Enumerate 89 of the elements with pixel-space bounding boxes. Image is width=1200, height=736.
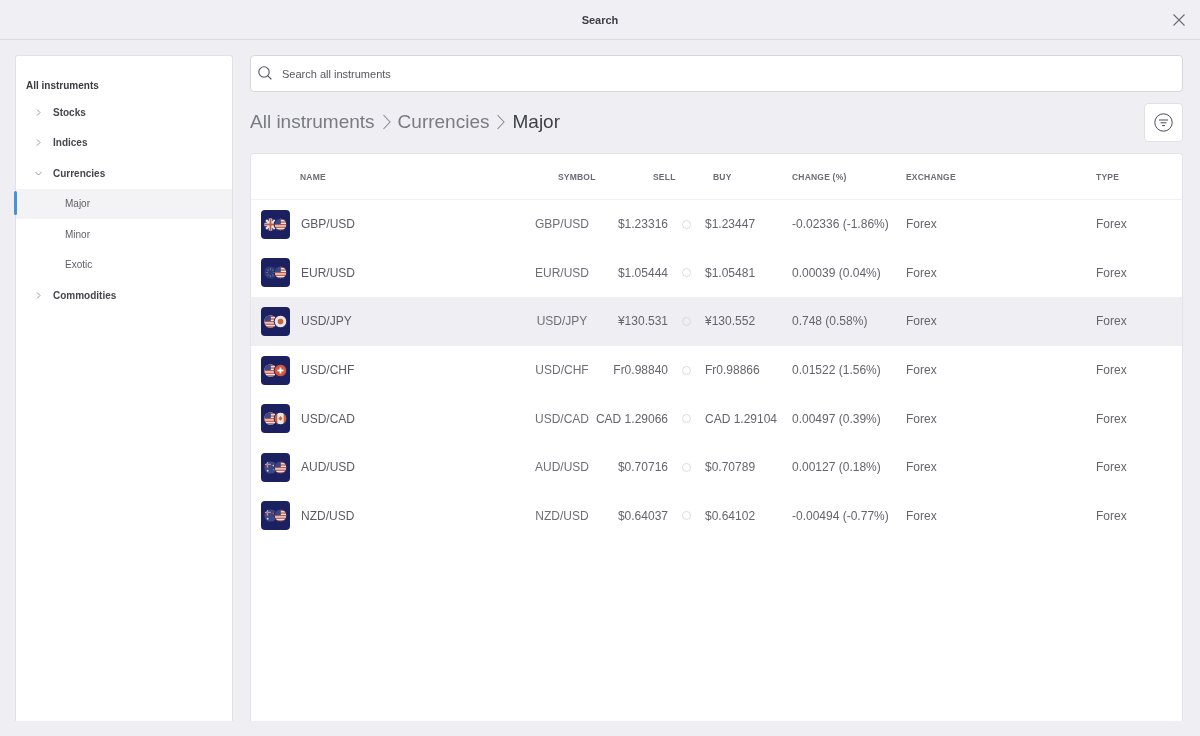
exchange-name: Forex: [906, 217, 937, 232]
exchange-name: Forex: [906, 363, 937, 378]
close-icon: [1173, 14, 1185, 26]
buy-price: $1.05481: [705, 265, 756, 280]
sell-price: CAD 1.29066: [595, 411, 668, 426]
buy-price: $1.23447: [705, 217, 756, 232]
breadcrumb-link[interactable]: Currencies: [397, 111, 490, 133]
column-header: CHANGE (%): [792, 171, 847, 182]
ring-icon: [682, 414, 691, 424]
sell-price: $1.05444: [617, 265, 668, 280]
exchange-name: Forex: [906, 508, 937, 523]
sell-price: $0.70716: [617, 460, 668, 475]
instrument-type: Forex: [1096, 508, 1127, 523]
subcategory-item[interactable]: Major: [16, 188, 232, 219]
search-icon: [258, 66, 272, 80]
instrument-symbol: EUR/USD: [535, 265, 589, 280]
buy-price: $0.70789: [705, 460, 756, 475]
instrument-symbol: GBP/USD: [535, 217, 589, 232]
price-change: -0.00494 (-0.77%): [792, 508, 889, 523]
price-change: 0.748 (0.58%): [792, 314, 868, 329]
ring-icon: [682, 268, 691, 278]
currency-flags-icon: [261, 258, 290, 288]
ring-icon: [682, 219, 691, 229]
instrument-type: Forex: [1096, 217, 1127, 232]
instrument-symbol: NZD/USD: [535, 508, 589, 523]
price-change: 0.00497 (0.39%): [792, 411, 881, 426]
exchange-name: Forex: [906, 265, 937, 280]
ring-icon: [682, 511, 691, 521]
instrument-symbol: USD/CHF: [535, 363, 589, 378]
ring-icon: [682, 462, 691, 472]
instrument-symbol: USD/CAD: [535, 411, 589, 426]
chevron-right-icon: [381, 113, 391, 131]
category-item[interactable]: Currencies: [16, 158, 232, 189]
subcategory-item[interactable]: Exotic: [16, 249, 232, 280]
price-change: 0.01522 (1.56%): [792, 363, 881, 378]
currency-flags-icon: [261, 452, 290, 482]
subcategory-item[interactable]: Minor: [16, 219, 232, 250]
filter-button[interactable]: [1144, 102, 1183, 142]
tree-root-item[interactable]: All instruments: [26, 79, 99, 93]
currency-flags-icon: [261, 307, 290, 336]
currency-flags-icon: [261, 404, 290, 434]
instrument-type: Forex: [1096, 265, 1127, 280]
instrument-name: USD/JPY: [301, 314, 352, 329]
instrument-type: Forex: [1096, 314, 1127, 329]
instrument-name: GBP/USD: [301, 217, 355, 232]
category-item[interactable]: Indices: [16, 127, 232, 158]
exchange-name: Forex: [906, 314, 937, 329]
instrument-name: NZD/USD: [301, 508, 355, 523]
buy-price: Fr0.98866: [705, 363, 760, 378]
currency-flags-icon: [261, 209, 290, 239]
price-change: -0.02336 (-1.86%): [792, 217, 889, 232]
column-header: TYPE: [1096, 171, 1119, 182]
sell-price: $1.23316: [617, 217, 668, 232]
price-change: 0.00039 (0.04%): [792, 265, 881, 280]
price-change: 0.00127 (0.18%): [792, 460, 881, 475]
category-item[interactable]: Commodities: [16, 280, 232, 311]
instrument-row[interactable]: USD/JPY USD/JPY ¥130.531 ¥130.552 0.748 (0.58%) Forex Forex: [251, 297, 1182, 346]
instrument-symbol: AUD/USD: [535, 460, 589, 475]
exchange-name: Forex: [906, 411, 937, 426]
column-header: BUY: [713, 171, 732, 182]
buy-price: ¥130.552: [705, 314, 756, 329]
column-header: EXCHANGE: [906, 171, 956, 182]
category-item[interactable]: Stocks: [16, 97, 232, 128]
instrument-type: Forex: [1096, 363, 1127, 378]
sell-price: Fr0.98840: [613, 363, 668, 378]
column-header: SELL: [653, 171, 676, 182]
sell-price: $0.64037: [617, 508, 668, 523]
breadcrumb-current: Major: [512, 111, 560, 133]
instrument-type: Forex: [1096, 460, 1127, 475]
column-header: SYMBOL: [558, 171, 596, 182]
instrument-name: AUD/USD: [301, 460, 355, 475]
instrument-symbol: USD/JPY: [536, 314, 588, 329]
breadcrumb-link[interactable]: All instruments: [250, 111, 375, 133]
instrument-type: Forex: [1096, 411, 1127, 426]
currency-flags-icon: [261, 355, 290, 385]
filter-icon: [1154, 112, 1173, 132]
search-field[interactable]: Search all instruments: [250, 55, 1183, 92]
buy-price: $0.64102: [705, 508, 756, 523]
buy-price: CAD 1.29104: [705, 411, 778, 426]
window-title: Search: [581, 13, 619, 26]
chevron-right-icon: [496, 113, 506, 131]
exchange-name: Forex: [906, 460, 937, 475]
currency-flags-icon: [261, 501, 290, 531]
instrument-name: USD/CAD: [301, 411, 355, 426]
instrument-name: EUR/USD: [301, 265, 355, 280]
ring-icon: [682, 365, 691, 375]
column-header: NAME: [300, 171, 326, 182]
instrument-name: USD/CHF: [301, 363, 355, 378]
sell-price: ¥130.531: [617, 314, 668, 329]
